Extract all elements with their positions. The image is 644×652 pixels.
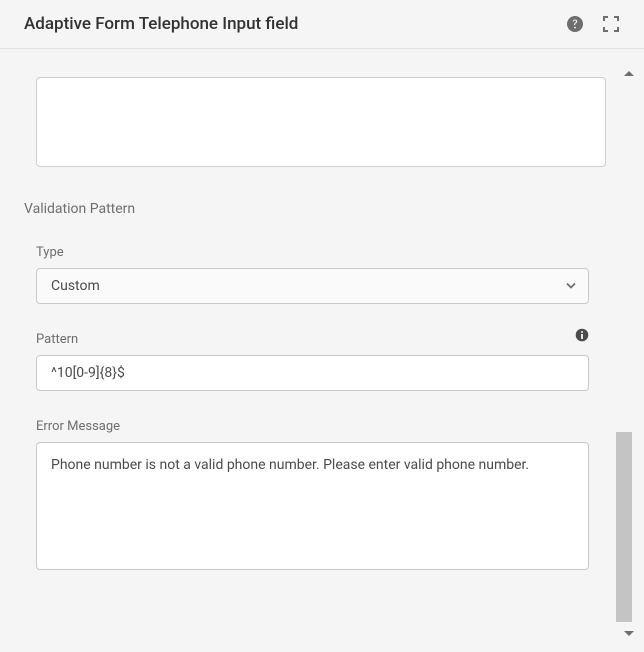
properties-panel: Adaptive Form Telephone Input field: [0, 0, 644, 652]
scrollbar-thumb[interactable]: [616, 432, 632, 622]
error-message-label: Error Message: [36, 419, 620, 434]
panel-title: Adaptive Form Telephone Input field: [24, 14, 298, 34]
previous-section-textarea[interactable]: [36, 77, 606, 167]
error-message-textarea[interactable]: [36, 442, 589, 570]
info-icon[interactable]: [575, 327, 589, 346]
pattern-label-row: Pattern: [36, 318, 589, 355]
type-label: Type: [36, 245, 620, 260]
scroll-down-icon[interactable]: [624, 623, 634, 642]
pattern-input[interactable]: [36, 355, 589, 391]
panel-content: Validation Pattern Type Custom Pattern: [0, 49, 644, 647]
pattern-label: Pattern: [36, 332, 78, 347]
type-select-wrap: Custom: [36, 268, 589, 304]
panel-header: Adaptive Form Telephone Input field: [0, 0, 644, 49]
type-select[interactable]: Custom: [36, 268, 589, 304]
validation-pattern-heading: Validation Pattern: [24, 201, 620, 217]
type-select-value: Custom: [51, 278, 100, 294]
fullscreen-icon[interactable]: [602, 15, 620, 33]
header-actions: [566, 15, 620, 33]
field-group: Type Custom Pattern: [36, 245, 620, 574]
help-icon[interactable]: [566, 15, 584, 33]
